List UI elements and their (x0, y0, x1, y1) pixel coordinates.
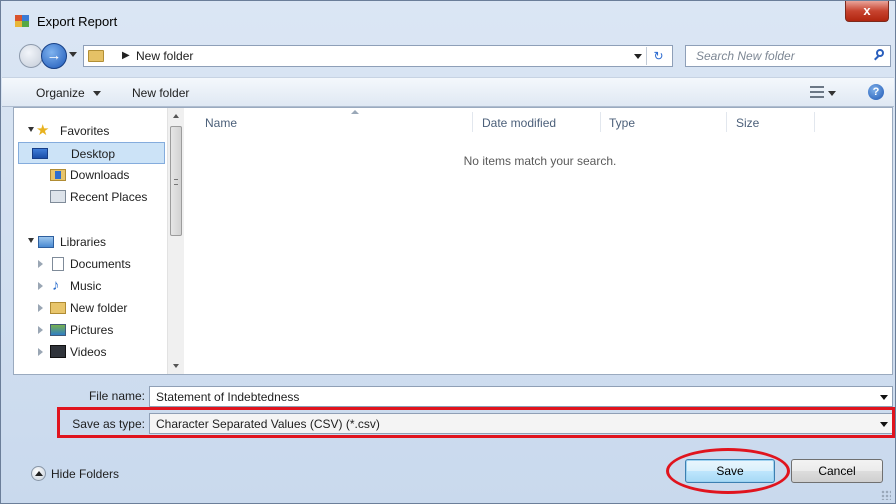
expand-toggle-icon[interactable] (38, 304, 43, 312)
column-divider[interactable] (726, 112, 727, 132)
breadcrumb-current-folder[interactable]: New folder (136, 49, 193, 63)
column-header-date-modified[interactable]: Date modified (482, 108, 602, 134)
command-toolbar: Organize New folder ? (2, 77, 894, 107)
file-name-input[interactable]: Statement of Indebtedness (149, 386, 893, 407)
sidebar-item-label: Downloads (70, 168, 130, 182)
navigation-bar: → ▶ New folder ↻ Search New folder (13, 43, 893, 69)
search-placeholder: Search New folder (696, 49, 795, 63)
export-report-dialog: Export Report x → ▶ New folder ↻ Search … (0, 0, 896, 504)
sidebar-item-downloads[interactable]: Downloads (14, 164, 166, 186)
navigation-pane: ★ Favorites Desktop Downloads Recent Pla… (14, 108, 184, 374)
expand-toggle-icon[interactable] (38, 326, 43, 334)
sidebar-item-label: New folder (70, 301, 128, 315)
column-header-label: Date modified (482, 116, 557, 130)
close-button[interactable]: x (845, 1, 889, 22)
empty-folder-message: No items match your search. (463, 154, 617, 168)
app-icon (15, 15, 29, 27)
forward-arrow-icon[interactable]: → (41, 43, 67, 69)
sidebar-item-music[interactable]: ♪ Music (14, 275, 166, 297)
sidebar-item-libraries[interactable]: Libraries (14, 231, 166, 253)
videos-icon (50, 345, 66, 358)
chevron-down-icon[interactable] (880, 395, 888, 400)
sidebar-item-label: Music (70, 279, 102, 293)
scroll-up-icon[interactable] (173, 114, 179, 118)
scroll-down-icon[interactable] (173, 364, 179, 368)
documents-icon (52, 257, 64, 271)
expand-toggle-icon[interactable] (38, 348, 43, 356)
new-folder-button[interactable]: New folder (132, 86, 189, 100)
folder-icon (50, 302, 66, 314)
browser-pane: ★ Favorites Desktop Downloads Recent Pla… (13, 107, 893, 375)
sidebar-item-label: Desktop (71, 147, 116, 161)
pictures-icon (50, 324, 66, 336)
sidebar-item-recent-places[interactable]: Recent Places (14, 186, 166, 208)
expand-toggle-icon[interactable] (38, 282, 43, 290)
sidebar-item-videos[interactable]: Videos (14, 341, 166, 363)
recent-places-icon (50, 190, 66, 203)
cancel-button[interactable]: Cancel (791, 459, 883, 483)
column-divider[interactable] (600, 112, 601, 132)
file-name-label: File name: (88, 389, 145, 403)
sidebar-item-favorites[interactable]: ★ Favorites (14, 120, 166, 142)
column-header-size[interactable]: Size (736, 108, 816, 134)
libraries-icon (38, 236, 54, 248)
sidebar-item-documents[interactable]: Documents (14, 253, 166, 275)
sidebar-item-new-folder[interactable]: New folder (14, 297, 166, 319)
hide-folders-button[interactable]: Hide Folders (31, 463, 141, 487)
recent-locations-dropdown-icon[interactable] (69, 52, 77, 57)
breadcrumb-separator-icon[interactable]: ▶ (122, 50, 130, 61)
resize-grip-icon[interactable] (881, 490, 891, 500)
chevron-down-icon[interactable] (828, 91, 836, 96)
title-bar: Export Report x (1, 1, 895, 39)
downloads-icon (50, 169, 66, 181)
search-input[interactable]: Search New folder (685, 45, 891, 67)
address-bar[interactable]: ▶ New folder ↻ (83, 45, 673, 67)
sidebar-item-desktop[interactable]: Desktop (18, 142, 165, 164)
column-divider[interactable] (814, 112, 815, 132)
column-header-label: Name (205, 116, 238, 130)
sidebar-item-pictures[interactable]: Pictures (14, 319, 166, 341)
chevron-down-icon[interactable] (93, 91, 101, 96)
column-header-label: Type (609, 116, 636, 130)
help-icon[interactable]: ? (868, 84, 884, 100)
file-list: Name Date modified Type Size No items ma… (185, 108, 892, 374)
sidebar-item-label: Pictures (70, 323, 114, 337)
window-title: Export Report (37, 14, 118, 29)
navigation-pane-scrollbar[interactable] (167, 108, 184, 374)
folder-icon (88, 50, 104, 62)
file-name-value: Statement of Indebtedness (156, 390, 300, 404)
star-icon: ★ (36, 122, 50, 139)
music-icon: ♪ (52, 277, 60, 294)
scrollbar-thumb[interactable] (170, 126, 182, 236)
expand-toggle-icon[interactable] (28, 127, 34, 132)
column-header-name[interactable]: Name (205, 108, 465, 134)
sidebar-item-label: Documents (70, 257, 131, 271)
search-icon[interactable] (874, 49, 886, 61)
refresh-icon[interactable]: ↻ (646, 47, 670, 65)
desktop-icon (32, 148, 48, 159)
sidebar-item-label: Recent Places (70, 190, 148, 204)
column-header-type[interactable]: Type (609, 108, 719, 134)
sort-ascending-icon (351, 110, 359, 114)
highlight-ellipse-annotation (666, 448, 790, 494)
highlight-box-annotation (57, 407, 895, 438)
back-arrow-icon[interactable] (19, 44, 43, 68)
hide-folders-label: Hide Folders (51, 467, 120, 481)
expand-toggle-icon[interactable] (38, 260, 43, 268)
address-dropdown-icon[interactable] (634, 54, 642, 59)
column-divider[interactable] (472, 112, 473, 132)
sidebar-item-label: Videos (70, 345, 107, 359)
organize-menu-button[interactable]: Organize (36, 86, 85, 100)
expand-toggle-icon[interactable] (28, 238, 34, 243)
view-options-icon[interactable] (810, 86, 824, 98)
column-header-label: Size (736, 116, 760, 130)
sidebar-item-label: Favorites (60, 124, 110, 138)
sidebar-item-label: Libraries (60, 235, 107, 249)
collapse-up-icon (31, 466, 46, 481)
